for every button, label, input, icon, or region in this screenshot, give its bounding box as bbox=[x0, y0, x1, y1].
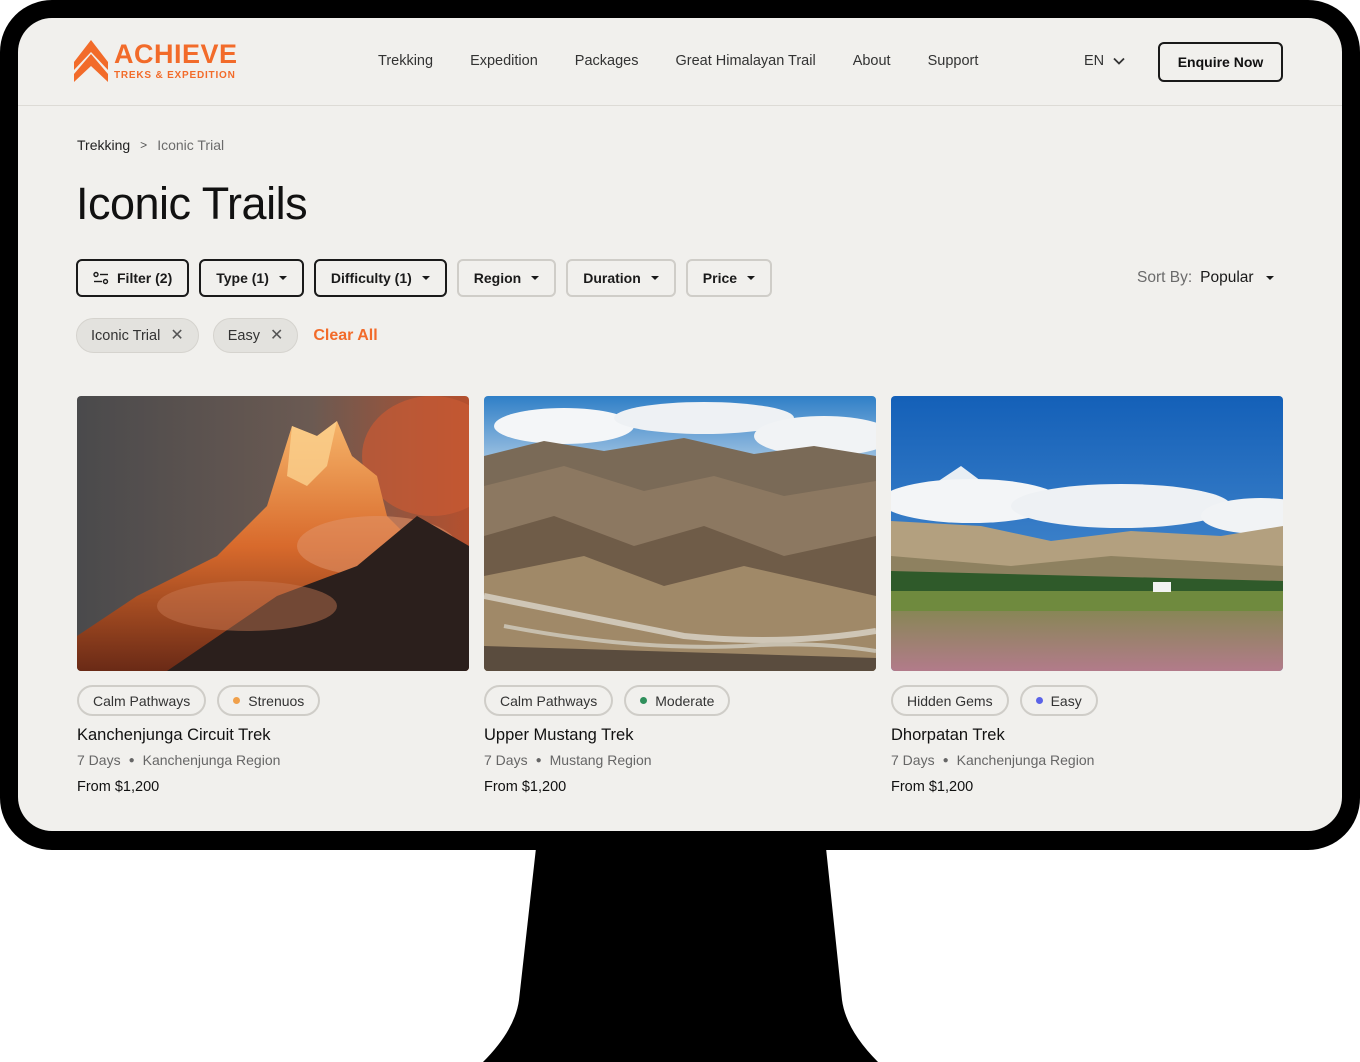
caret-down-icon bbox=[1265, 276, 1274, 280]
type-dropdown[interactable]: Type (1) bbox=[199, 259, 304, 297]
duration-dropdown[interactable]: Duration bbox=[566, 259, 676, 297]
brand-name: ACHIEVE bbox=[114, 39, 238, 69]
close-icon[interactable]: ✕ bbox=[170, 327, 183, 344]
nav-item-support[interactable]: Support bbox=[928, 53, 979, 69]
caret-down-icon bbox=[278, 276, 287, 280]
sort-value: Popular bbox=[1200, 269, 1254, 286]
trek-region: Kanchenjunga Region bbox=[956, 752, 1095, 768]
category-tag[interactable]: Hidden Gems bbox=[891, 685, 1009, 716]
trek-image-mustang-canyon[interactable] bbox=[484, 396, 876, 671]
difficulty-tag-label: Strenuos bbox=[248, 692, 305, 709]
trek-image-sunset-mountain[interactable] bbox=[77, 396, 469, 671]
bullet-separator: ● bbox=[942, 754, 949, 766]
trek-title[interactable]: Kanchenjunga Circuit Trek bbox=[77, 726, 469, 745]
trek-days: 7 Days bbox=[891, 752, 935, 768]
caret-down-icon bbox=[421, 276, 430, 280]
trek-card[interactable]: Calm Pathways Moderate Upper Mustang Tre… bbox=[484, 396, 876, 795]
difficulty-tag-label: Easy bbox=[1050, 692, 1082, 709]
language-selector[interactable]: EN bbox=[1084, 53, 1125, 69]
trek-tags: Calm Pathways Moderate bbox=[484, 685, 876, 716]
brand-tagline: TREKS & EXPEDITION bbox=[114, 70, 236, 81]
difficulty-tag[interactable]: Strenuos bbox=[217, 685, 321, 716]
page-title: Iconic Trails bbox=[76, 178, 308, 229]
duration-dropdown-label: Duration bbox=[583, 270, 641, 286]
breadcrumb: Trekking > Iconic Trial bbox=[77, 137, 224, 153]
clear-all-link[interactable]: Clear All bbox=[313, 327, 377, 345]
close-icon[interactable]: ✕ bbox=[270, 327, 283, 344]
sort-dropdown[interactable]: Sort By: Popular bbox=[1137, 269, 1274, 287]
price-dropdown-label: Price bbox=[702, 270, 738, 286]
filter-bar: Filter (2) Type (1) Difficulty (1) Regio… bbox=[76, 259, 782, 297]
trek-region: Mustang Region bbox=[549, 752, 652, 768]
trek-card[interactable]: Hidden Gems Easy Dhorpatan Trek 7 Days ●… bbox=[891, 396, 1283, 795]
trek-meta: 7 Days ● Kanchenjunga Region bbox=[891, 752, 1283, 768]
enquire-now-button[interactable]: Enquire Now bbox=[1158, 42, 1283, 82]
sort-label: Sort By: bbox=[1137, 269, 1193, 286]
trek-days: 7 Days bbox=[77, 752, 121, 768]
trek-tags: Calm Pathways Strenuos bbox=[77, 685, 469, 716]
main-nav: Trekking Expedition Packages Great Himal… bbox=[378, 53, 1015, 69]
difficulty-tag[interactable]: Easy bbox=[1019, 685, 1098, 716]
difficulty-dot-icon bbox=[640, 697, 648, 704]
trek-meta: 7 Days ● Mustang Region bbox=[484, 752, 876, 768]
trek-card[interactable]: Calm Pathways Strenuos Kanchenjunga Circ… bbox=[77, 396, 469, 795]
region-dropdown[interactable]: Region bbox=[456, 259, 557, 297]
trek-title[interactable]: Upper Mustang Trek bbox=[484, 726, 876, 745]
difficulty-tag-label: Moderate bbox=[655, 692, 715, 709]
active-filter-chips: Iconic Trial ✕ Easy ✕ Clear All bbox=[76, 318, 378, 353]
nav-item-trekking[interactable]: Trekking bbox=[378, 53, 433, 69]
trek-meta: 7 Days ● Kanchenjunga Region bbox=[77, 752, 469, 768]
trek-price: From $1,200 bbox=[77, 779, 160, 795]
brand-logo[interactable]: ACHIEVE TREKS & EXPEDITION bbox=[74, 40, 238, 82]
nav-item-great-himalayan-trail[interactable]: Great Himalayan Trail bbox=[675, 53, 815, 69]
trek-title[interactable]: Dhorpatan Trek bbox=[891, 726, 1283, 745]
language-label: EN bbox=[1084, 53, 1105, 69]
active-chip-easy: Easy ✕ bbox=[212, 318, 299, 353]
category-tag[interactable]: Calm Pathways bbox=[484, 685, 614, 716]
nav-item-expedition[interactable]: Expedition bbox=[470, 53, 538, 69]
trek-days: 7 Days bbox=[484, 752, 528, 768]
breadcrumb-current: Iconic Trial bbox=[157, 137, 225, 153]
region-dropdown-label: Region bbox=[473, 270, 522, 286]
difficulty-dropdown-label: Difficulty (1) bbox=[330, 270, 412, 286]
trek-region: Kanchenjunga Region bbox=[142, 752, 281, 768]
chip-label: Iconic Trial bbox=[91, 327, 161, 344]
trek-tags: Hidden Gems Easy bbox=[891, 685, 1283, 716]
difficulty-dropdown[interactable]: Difficulty (1) bbox=[313, 259, 447, 297]
trek-image-meadow-peaks[interactable] bbox=[891, 396, 1283, 671]
caret-down-icon bbox=[531, 276, 540, 280]
breadcrumb-parent-link[interactable]: Trekking bbox=[77, 137, 130, 153]
sliders-icon bbox=[93, 271, 109, 285]
active-chip-iconic-trial: Iconic Trial ✕ bbox=[76, 318, 199, 353]
bullet-separator: ● bbox=[535, 754, 542, 766]
type-dropdown-label: Type (1) bbox=[216, 270, 269, 286]
caret-down-icon bbox=[747, 276, 756, 280]
difficulty-dot-icon bbox=[1035, 697, 1043, 704]
site-header: ACHIEVE TREKS & EXPEDITION Trekking Expe… bbox=[18, 18, 1342, 106]
filter-button[interactable]: Filter (2) bbox=[76, 259, 190, 297]
difficulty-dot-icon bbox=[233, 697, 241, 704]
category-tag[interactable]: Calm Pathways bbox=[77, 685, 207, 716]
browser-screen: ACHIEVE TREKS & EXPEDITION Trekking Expe… bbox=[18, 18, 1342, 831]
price-dropdown[interactable]: Price bbox=[685, 259, 773, 297]
filter-button-label: Filter (2) bbox=[117, 270, 173, 286]
difficulty-tag[interactable]: Moderate bbox=[624, 685, 731, 716]
nav-item-packages[interactable]: Packages bbox=[575, 53, 639, 69]
nav-item-about[interactable]: About bbox=[853, 53, 891, 69]
trek-price: From $1,200 bbox=[891, 779, 974, 795]
breadcrumb-separator-icon: > bbox=[140, 138, 148, 152]
trek-price: From $1,200 bbox=[484, 779, 567, 795]
chip-label: Easy bbox=[227, 327, 260, 344]
caret-down-icon bbox=[650, 276, 659, 280]
bullet-separator: ● bbox=[128, 754, 135, 766]
chevron-down-icon bbox=[1113, 57, 1125, 65]
mountain-logo-icon bbox=[74, 40, 108, 82]
